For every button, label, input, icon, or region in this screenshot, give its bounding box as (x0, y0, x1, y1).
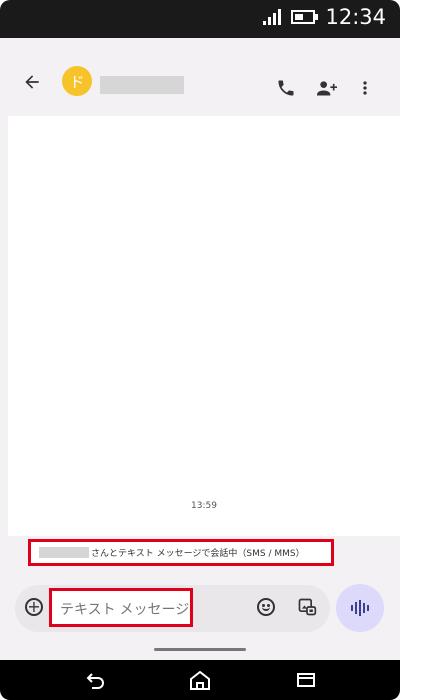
navigation-bar (0, 660, 400, 700)
gesture-handle[interactable] (154, 648, 246, 651)
banner-text: さんとテキスト メッセージで会話中（SMS / MMS） (91, 549, 305, 559)
back-arrow-icon[interactable] (22, 72, 42, 92)
highlight-box-input (49, 588, 193, 627)
emoji-icon[interactable] (257, 598, 275, 616)
status-bar: 12:34 (0, 0, 400, 38)
signal-icon (263, 9, 282, 25)
highlight-box-banner: さんとテキスト メッセージで会話中（SMS / MMS） (28, 539, 334, 566)
composer-bar: + (15, 585, 330, 632)
status-icons: 12:34 (263, 5, 386, 29)
more-vert-icon[interactable] (360, 78, 370, 96)
app-bar: ド (8, 38, 400, 116)
avatar-initial: ド (69, 72, 85, 91)
nav-recents-icon[interactable] (294, 670, 318, 690)
contact-avatar[interactable]: ド (62, 66, 92, 96)
message-timestamp: 13:59 (191, 501, 217, 511)
banner-content: さんとテキスト メッセージで会話中（SMS / MMS） (39, 542, 305, 563)
message-list[interactable]: 13:59 (8, 116, 400, 536)
nav-back-icon[interactable] (84, 670, 108, 690)
add-person-icon[interactable] (316, 78, 338, 96)
voice-icon (351, 600, 369, 616)
message-input[interactable] (58, 598, 192, 620)
contact-name-redacted[interactable] (100, 76, 184, 94)
gallery-icon[interactable] (297, 597, 317, 617)
nav-home-icon[interactable] (188, 670, 212, 690)
sms-info-banner: さんとテキスト メッセージで会話中（SMS / MMS） (8, 536, 400, 570)
battery-icon (291, 10, 319, 24)
contact-name-redacted (39, 547, 89, 558)
clock: 12:34 (325, 5, 386, 29)
voice-record-button[interactable] (336, 584, 384, 632)
plus-circle-icon[interactable]: + (25, 598, 43, 616)
phone-screen: 12:34 ド 13:59 さんとテキスト メッセージで会話中（SMS / MM… (0, 0, 400, 700)
phone-icon[interactable] (276, 78, 298, 96)
